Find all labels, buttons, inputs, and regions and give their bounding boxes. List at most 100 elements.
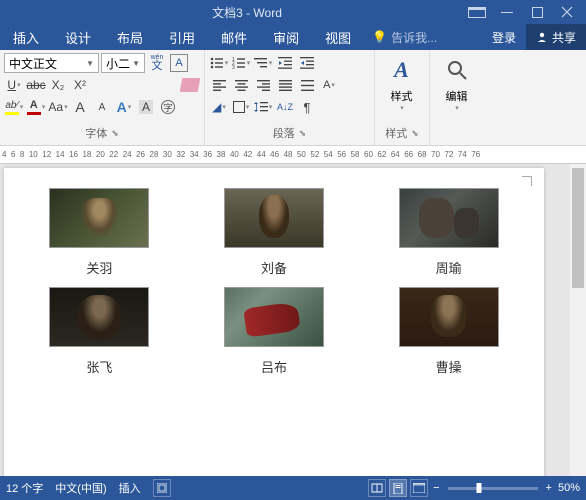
figure-6: 曹操 — [381, 287, 516, 376]
text-effects-button[interactable]: A▾ — [114, 97, 134, 117]
clear-format-button[interactable] — [180, 75, 200, 95]
phonetic-guide-button[interactable]: wén 文 — [147, 53, 167, 73]
shrink-font-button[interactable]: A — [92, 97, 112, 117]
zoom-out-button[interactable]: − — [433, 482, 439, 494]
ruler-tick: 20 — [96, 150, 105, 159]
page[interactable]: 关羽 刘备 周瑜 张飞 吕布 曹操 — [4, 168, 544, 476]
font-color-button[interactable]: A ▾ — [26, 97, 46, 117]
lightbulb-icon: 💡 — [372, 30, 387, 44]
image-guanyu[interactable] — [49, 188, 149, 248]
tab-view[interactable]: 视图 — [312, 24, 364, 50]
image-zhangfei[interactable] — [49, 287, 149, 347]
ruler-tick: 68 — [418, 150, 427, 159]
ruler-tick: 48 — [284, 150, 293, 159]
tab-layout[interactable]: 布局 — [104, 24, 156, 50]
styles-icon: A — [388, 56, 416, 84]
print-layout-icon[interactable] — [389, 479, 407, 497]
share-button[interactable]: 共享 — [526, 24, 586, 50]
ruler[interactable]: 4681012141618202224262830323436384042444… — [0, 146, 586, 164]
font-name-value: 中文正文 — [9, 55, 57, 72]
read-mode-icon[interactable] — [368, 479, 386, 497]
editing-button[interactable]: 编辑 ▾ — [434, 52, 479, 116]
web-layout-icon[interactable] — [410, 479, 428, 497]
change-case-button[interactable]: Aa▾ — [48, 97, 68, 117]
font-color-swatch — [27, 112, 41, 115]
image-caocao[interactable] — [399, 287, 499, 347]
ruler-tick: 28 — [150, 150, 159, 159]
ruler-tick: 40 — [230, 150, 239, 159]
align-left-button[interactable] — [209, 75, 229, 95]
maximize-icon[interactable] — [522, 0, 552, 24]
numbering-button[interactable]: 123▾ — [231, 53, 251, 73]
tab-references[interactable]: 引用 — [156, 24, 208, 50]
tell-me-label: 告诉我... — [391, 29, 437, 46]
char-shading-button[interactable]: A — [136, 97, 156, 117]
zoom-in-button[interactable]: + — [546, 482, 552, 494]
image-lvbu[interactable] — [224, 287, 324, 347]
ruler-tick: 56 — [337, 150, 346, 159]
tab-review[interactable]: 审阅 — [260, 24, 312, 50]
enclose-char-button[interactable]: 字 — [158, 97, 178, 117]
zoom-level[interactable]: 50% — [558, 482, 580, 494]
ruler-tick: 16 — [69, 150, 78, 159]
distribute-icon — [301, 80, 314, 91]
styles-button[interactable]: A 样式 ▾ — [379, 52, 424, 116]
align-right-icon — [257, 80, 270, 91]
align-center-button[interactable] — [231, 75, 251, 95]
dialog-launcher-icon[interactable]: ⬊ — [111, 128, 119, 139]
strike-button[interactable]: abc — [26, 75, 46, 95]
font-size-combo[interactable]: 小二 ▼ — [101, 53, 145, 73]
tab-mailings[interactable]: 邮件 — [208, 24, 260, 50]
ruler-tick: 26 — [136, 150, 145, 159]
highlight-button[interactable]: ab⁄ ▾ — [4, 97, 24, 117]
borders-button[interactable]: ▾ — [231, 97, 251, 117]
show-marks-button[interactable]: ¶ — [297, 97, 317, 117]
document-title: 文档3 - Word — [32, 4, 462, 21]
bucket-icon: ◢ — [212, 100, 221, 114]
underline-button[interactable]: U▾ — [4, 75, 24, 95]
figure-5: 吕布 — [207, 287, 342, 376]
sort-button[interactable]: A↓Z — [275, 97, 295, 117]
minimize-icon[interactable] — [492, 0, 522, 24]
line-spacing-button[interactable]: ▾ — [253, 97, 273, 117]
distribute-button[interactable] — [297, 75, 317, 95]
bullets-button[interactable]: ▾ — [209, 53, 229, 73]
char-border-button[interactable]: A — [169, 53, 189, 73]
shading-button[interactable]: ◢▾ — [209, 97, 229, 117]
word-count[interactable]: 12 个字 — [6, 480, 43, 496]
dialog-launcher-icon[interactable]: ⬊ — [411, 128, 419, 139]
tab-insert[interactable]: 插入 — [0, 24, 52, 50]
figure-1: 关羽 — [32, 188, 167, 277]
dialog-launcher-icon[interactable]: ⬊ — [299, 128, 307, 139]
scrollbar-thumb[interactable] — [572, 168, 584, 288]
close-icon[interactable] — [552, 0, 582, 24]
macro-icon[interactable] — [153, 479, 171, 497]
tab-design[interactable]: 设计 — [52, 24, 104, 50]
ruler-tick: 52 — [310, 150, 319, 159]
align-left-icon — [213, 80, 226, 91]
language[interactable]: 中文(中国) — [55, 480, 106, 496]
subscript-button[interactable]: X₂ — [48, 75, 68, 95]
image-liubei[interactable] — [224, 188, 324, 248]
multilevel-button[interactable]: ▾ — [253, 53, 273, 73]
zoom-slider[interactable] — [448, 487, 538, 490]
insert-mode[interactable]: 插入 — [119, 480, 141, 496]
ruler-tick: 6 — [11, 150, 15, 159]
align-justify-button[interactable] — [275, 75, 295, 95]
tell-me[interactable]: 💡 告诉我... — [364, 24, 445, 50]
grow-font-button[interactable]: A — [70, 97, 90, 117]
ruler-tick: 46 — [270, 150, 279, 159]
vertical-scrollbar[interactable] — [570, 164, 586, 476]
figure-2: 刘备 — [207, 188, 342, 277]
font-name-combo[interactable]: 中文正文 ▼ — [4, 53, 99, 73]
login-button[interactable]: 登录 — [482, 24, 526, 50]
caption: 曹操 — [436, 357, 462, 376]
align-right-button[interactable] — [253, 75, 273, 95]
image-zhouyu[interactable] — [399, 188, 499, 248]
decrease-indent-button[interactable] — [275, 53, 295, 73]
ribbon-display-icon[interactable] — [462, 0, 492, 24]
text-direction-button[interactable]: A▾ — [319, 75, 339, 95]
bullets-icon — [210, 57, 224, 69]
superscript-button[interactable]: X² — [70, 75, 90, 95]
increase-indent-button[interactable] — [297, 53, 317, 73]
